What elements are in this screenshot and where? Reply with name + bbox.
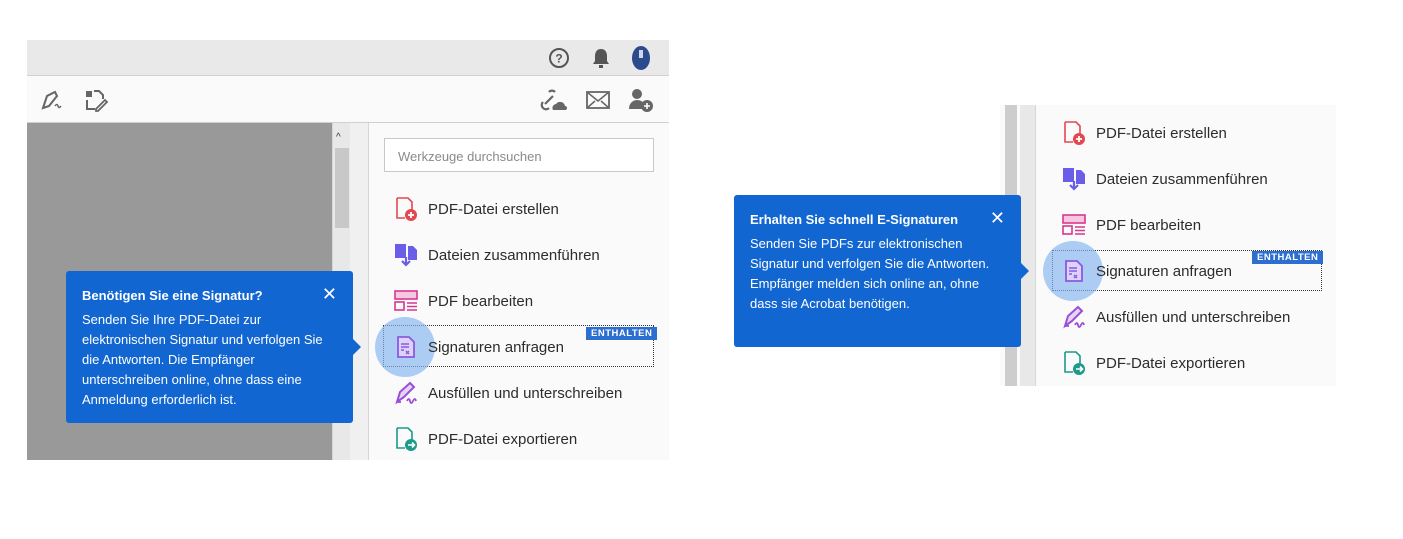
tooltip-arrow	[353, 339, 361, 355]
tool-fill-sign[interactable]: Ausfüllen und unterschreiben	[394, 373, 622, 413]
scroll-up-icon[interactable]: ^	[336, 132, 341, 143]
included-badge: ENTHALTEN	[586, 327, 658, 340]
edit-pdf-icon	[394, 289, 418, 313]
close-icon[interactable]: ✕	[990, 208, 1005, 229]
add-user-icon[interactable]	[627, 87, 655, 113]
fill-sign-icon	[1062, 305, 1086, 329]
tool-combine-files[interactable]: Dateien zusammenführen	[394, 235, 600, 275]
tooltip-body: Senden Sie PDFs zur elektronischen Signa…	[750, 236, 990, 311]
create-pdf-icon	[394, 197, 418, 221]
panel-divider[interactable]	[1020, 105, 1036, 386]
combine-files-icon	[1062, 167, 1086, 191]
tooltip-arrow	[1021, 263, 1029, 279]
share-link-icon[interactable]	[539, 87, 567, 113]
request-signature-icon	[1062, 259, 1086, 283]
included-badge: ENTHALTEN	[1252, 251, 1324, 264]
fill-sign-icon[interactable]	[39, 87, 65, 113]
request-signature-icon	[394, 335, 418, 359]
tool-create-pdf[interactable]: PDF-Datei erstellen	[394, 189, 559, 229]
tool-fill-sign[interactable]: Ausfüllen und unterschreiben	[1062, 297, 1290, 337]
tool-edit-pdf[interactable]: PDF bearbeiten	[1062, 205, 1201, 245]
tool-request-signatures[interactable]: Signaturen anfragen	[1062, 251, 1232, 291]
tool-export-pdf[interactable]: PDF-Datei exportieren	[1062, 343, 1245, 383]
avatar[interactable]	[629, 44, 653, 72]
top-bar: ?	[27, 40, 669, 76]
tool-export-pdf[interactable]: PDF-Datei exportieren	[394, 419, 577, 459]
tool-edit-pdf[interactable]: PDF bearbeiten	[394, 281, 533, 321]
tools-panel-variant: ENTHALTEN PDF-Datei erstellen Dateien zu…	[1000, 105, 1336, 386]
tool-combine-files[interactable]: Dateien zusammenführen	[1062, 159, 1268, 199]
tool-request-signatures[interactable]: Signaturen anfragen	[394, 327, 564, 367]
edit-pdf-icon[interactable]	[83, 87, 109, 113]
signature-tooltip: Benötigen Sie eine Signatur? Senden Sie …	[66, 271, 361, 423]
combine-files-icon	[394, 243, 418, 267]
tooltip-title: Benötigen Sie eine Signatur?	[82, 288, 263, 303]
toolbar	[27, 76, 669, 123]
tooltip-body: Senden Sie Ihre PDF-Datei zur elektronis…	[82, 312, 323, 407]
create-pdf-icon	[1062, 121, 1086, 145]
tooltip-title: Erhalten Sie schnell E-Signaturen	[750, 212, 959, 227]
fill-sign-icon	[394, 381, 418, 405]
esignature-tooltip: Erhalten Sie schnell E-Signaturen Senden…	[734, 195, 1029, 347]
tools-panel: Werkzeuge durchsuchen ENTHALTEN PDF-Date…	[369, 123, 669, 460]
email-icon[interactable]	[585, 87, 611, 113]
tools-search-input[interactable]: Werkzeuge durchsuchen	[384, 138, 654, 172]
help-icon[interactable]: ?	[547, 46, 571, 70]
close-icon[interactable]: ✕	[322, 284, 337, 305]
export-pdf-icon	[394, 427, 418, 451]
edit-pdf-icon	[1062, 213, 1086, 237]
export-pdf-icon	[1062, 351, 1086, 375]
bell-icon[interactable]	[589, 46, 613, 70]
scrollbar-thumb[interactable]	[335, 148, 349, 228]
tool-create-pdf[interactable]: PDF-Datei erstellen	[1062, 113, 1227, 153]
svg-text:?: ?	[555, 52, 562, 66]
